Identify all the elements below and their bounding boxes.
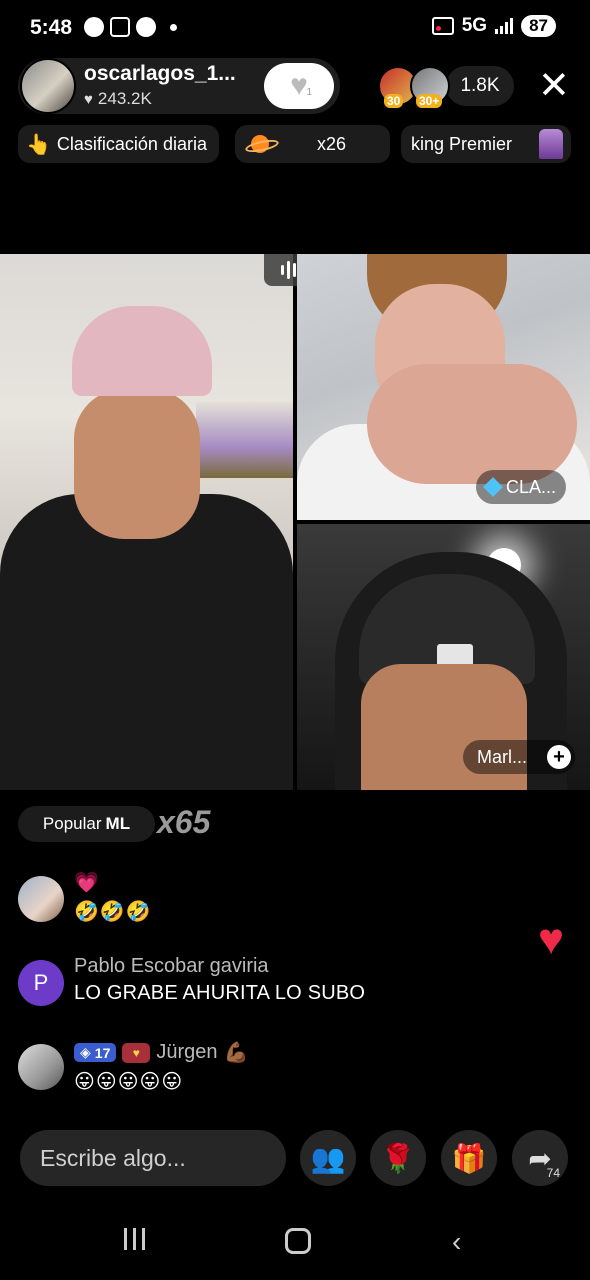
popular-label: Popular	[42, 814, 102, 833]
comment-badge-emoji: 💗	[74, 872, 99, 894]
system-status: 5G 87	[431, 15, 556, 37]
popular-multiplier: x65	[157, 804, 211, 840]
status-bar: 5:48 5G 87	[0, 0, 590, 56]
commenter-avatar[interactable]	[18, 1044, 64, 1090]
host-avatar[interactable]	[20, 58, 76, 114]
like-count: 1	[306, 87, 312, 98]
follow-plus-icon[interactable]: +	[547, 745, 571, 769]
comment-text: 🤣🤣🤣	[74, 901, 152, 923]
share-button[interactable]: ➦ 74	[512, 1130, 568, 1186]
commenter-avatar[interactable]: P	[18, 960, 64, 1006]
comment-item[interactable]: 💗 🤣🤣🤣	[18, 870, 152, 924]
host-video[interactable]	[0, 254, 293, 790]
guest2-name-tag[interactable]: Marl... +	[463, 740, 575, 774]
host-likes-count: 243.2K	[97, 89, 152, 108]
host-profile-card[interactable]: oscarlagos_1... ♥ 243.2K ♥ 1	[18, 58, 340, 114]
comment-input[interactable]: Escribe algo...	[20, 1130, 286, 1186]
daily-ranking-pill[interactable]: 👆 Clasificación diaria	[18, 125, 219, 163]
battery-indicator: 87	[521, 15, 556, 37]
signal-icon	[495, 18, 514, 34]
close-icon[interactable]: ✕	[538, 66, 570, 106]
commenter-avatar[interactable]	[18, 876, 64, 922]
people-icon[interactable]: 👥	[300, 1130, 356, 1186]
guest1-name-tag[interactable]: CLA...	[475, 470, 566, 504]
screenshot-icon	[110, 17, 130, 37]
whatsapp-icon	[84, 17, 104, 37]
guest1-name: CLA...	[505, 476, 556, 497]
heart-icon: ♥	[84, 90, 93, 108]
share-count: 74	[546, 1166, 560, 1180]
notification-icons	[84, 17, 177, 37]
guest1-hand	[367, 364, 577, 484]
gift-counter: x26	[317, 133, 347, 154]
popular-badge[interactable]: Popular ML	[18, 806, 155, 842]
host-name: oscarlagos_1...	[84, 62, 236, 85]
like-button[interactable]: ♥ 1	[264, 63, 334, 109]
king-label: king Premier	[411, 133, 513, 154]
more-notifications-dot	[170, 23, 177, 31]
diamond-icon	[483, 477, 503, 497]
heart-outline-icon: ♥	[290, 69, 308, 102]
background-painting	[196, 402, 293, 478]
author-emoji: 💪🏾	[223, 1042, 249, 1064]
host-likes: ♥ 243.2K	[84, 89, 152, 109]
comment-author[interactable]: Pablo Escobar gaviria	[74, 955, 365, 978]
viewer-level: 30+	[416, 94, 443, 108]
level-badge: ◈ 17	[74, 1043, 117, 1062]
level-badge-number: 17	[94, 1044, 111, 1061]
cast-icon	[431, 17, 454, 35]
hand-icon: 👆	[26, 133, 51, 156]
facebook-icon	[136, 17, 156, 37]
status-time: 5:48	[30, 16, 73, 39]
popular-region: ML	[105, 814, 131, 833]
floating-heart-icon: ♥	[538, 915, 565, 964]
guest-video-1[interactable]: CLA...	[297, 254, 590, 520]
system-nav-bar: ‹	[0, 1212, 590, 1280]
gift-counter-pill[interactable]: x26	[235, 125, 390, 163]
host-face	[74, 389, 200, 539]
comment-text: 😛😛😛😛😛	[74, 1071, 184, 1093]
daily-ranking-label: Clasificación diaria	[56, 133, 207, 154]
guest2-name: Marl...	[477, 746, 528, 767]
recents-icon[interactable]	[120, 1228, 148, 1252]
guest-video-2[interactable]: Marl... +	[297, 524, 590, 790]
gift-icon[interactable]: 🎁	[441, 1130, 497, 1186]
home-icon[interactable]	[285, 1228, 311, 1254]
viewer-count[interactable]: 1.8K	[446, 66, 514, 106]
top-viewers[interactable]: 30 30+ 1.8K	[378, 66, 514, 108]
comment-text: LO GRABE AHURITA LO SUBO	[74, 982, 366, 1004]
comment-item[interactable]: P Pablo Escobar gaviria LO GRABE AHURITA…	[18, 955, 365, 1006]
video-grid: CLA... Marl... +	[0, 254, 590, 790]
viewer-level: 30	[384, 94, 404, 108]
host-cap	[72, 306, 212, 396]
comment-author[interactable]: Jürgen	[156, 1041, 217, 1064]
king-pill[interactable]: king Premier	[401, 125, 571, 163]
viewer-avatar[interactable]: 30+	[410, 66, 450, 108]
rose-gift-icon[interactable]: 🌹	[370, 1130, 426, 1186]
back-icon[interactable]: ‹	[452, 1228, 461, 1256]
throne-icon	[539, 129, 563, 159]
fan-heart-icon: ♥	[122, 1042, 151, 1063]
comment-item[interactable]: ◈ 17 ♥ Jürgen 💪🏾 😛😛😛😛😛	[18, 1040, 248, 1094]
network-type: 5G	[461, 15, 488, 36]
planet-icon	[245, 134, 275, 154]
